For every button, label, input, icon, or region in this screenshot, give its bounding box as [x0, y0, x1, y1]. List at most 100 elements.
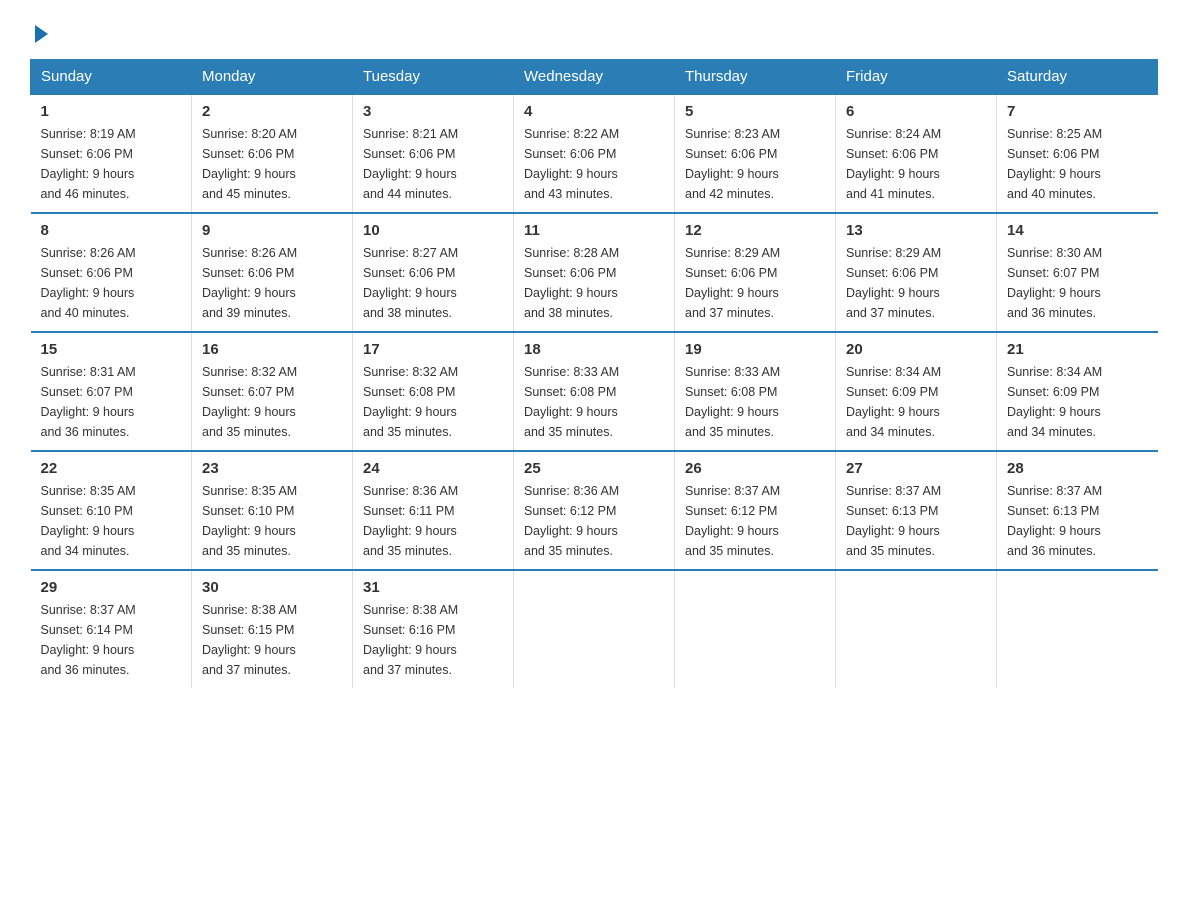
day-info: Sunrise: 8:32 AM Sunset: 6:07 PM Dayligh…	[202, 362, 342, 442]
week-row-4: 22 Sunrise: 8:35 AM Sunset: 6:10 PM Dayl…	[31, 451, 1158, 570]
day-info: Sunrise: 8:35 AM Sunset: 6:10 PM Dayligh…	[202, 481, 342, 561]
day-number: 17	[363, 341, 503, 358]
day-info: Sunrise: 8:34 AM Sunset: 6:09 PM Dayligh…	[1007, 362, 1148, 442]
day-cell: 27 Sunrise: 8:37 AM Sunset: 6:13 PM Dayl…	[836, 451, 997, 570]
calendar-body: 1 Sunrise: 8:19 AM Sunset: 6:06 PM Dayli…	[31, 94, 1158, 688]
day-cell: 24 Sunrise: 8:36 AM Sunset: 6:11 PM Dayl…	[353, 451, 514, 570]
header-cell-thursday: Thursday	[675, 60, 836, 95]
day-info: Sunrise: 8:25 AM Sunset: 6:06 PM Dayligh…	[1007, 124, 1148, 204]
day-cell: 7 Sunrise: 8:25 AM Sunset: 6:06 PM Dayli…	[997, 94, 1158, 213]
day-info: Sunrise: 8:36 AM Sunset: 6:11 PM Dayligh…	[363, 481, 503, 561]
day-cell: 18 Sunrise: 8:33 AM Sunset: 6:08 PM Dayl…	[514, 332, 675, 451]
day-number: 23	[202, 460, 342, 477]
page-header	[30, 20, 1158, 39]
day-cell: 23 Sunrise: 8:35 AM Sunset: 6:10 PM Dayl…	[192, 451, 353, 570]
day-info: Sunrise: 8:28 AM Sunset: 6:06 PM Dayligh…	[524, 243, 664, 323]
day-info: Sunrise: 8:37 AM Sunset: 6:14 PM Dayligh…	[41, 600, 182, 680]
day-cell: 31 Sunrise: 8:38 AM Sunset: 6:16 PM Dayl…	[353, 570, 514, 688]
day-info: Sunrise: 8:37 AM Sunset: 6:12 PM Dayligh…	[685, 481, 825, 561]
day-info: Sunrise: 8:23 AM Sunset: 6:06 PM Dayligh…	[685, 124, 825, 204]
week-row-5: 29 Sunrise: 8:37 AM Sunset: 6:14 PM Dayl…	[31, 570, 1158, 688]
day-info: Sunrise: 8:38 AM Sunset: 6:16 PM Dayligh…	[363, 600, 503, 680]
week-row-1: 1 Sunrise: 8:19 AM Sunset: 6:06 PM Dayli…	[31, 94, 1158, 213]
day-number: 25	[524, 460, 664, 477]
day-cell: 2 Sunrise: 8:20 AM Sunset: 6:06 PM Dayli…	[192, 94, 353, 213]
logo-arrow-icon	[32, 20, 48, 43]
header-cell-wednesday: Wednesday	[514, 60, 675, 95]
day-number: 1	[41, 103, 182, 120]
day-cell: 19 Sunrise: 8:33 AM Sunset: 6:08 PM Dayl…	[675, 332, 836, 451]
day-info: Sunrise: 8:24 AM Sunset: 6:06 PM Dayligh…	[846, 124, 986, 204]
day-cell: 14 Sunrise: 8:30 AM Sunset: 6:07 PM Dayl…	[997, 213, 1158, 332]
calendar-header: SundayMondayTuesdayWednesdayThursdayFrid…	[31, 60, 1158, 95]
day-info: Sunrise: 8:36 AM Sunset: 6:12 PM Dayligh…	[524, 481, 664, 561]
day-cell: 9 Sunrise: 8:26 AM Sunset: 6:06 PM Dayli…	[192, 213, 353, 332]
day-number: 18	[524, 341, 664, 358]
day-cell	[675, 570, 836, 688]
header-cell-tuesday: Tuesday	[353, 60, 514, 95]
day-number: 21	[1007, 341, 1148, 358]
day-cell: 13 Sunrise: 8:29 AM Sunset: 6:06 PM Dayl…	[836, 213, 997, 332]
week-row-2: 8 Sunrise: 8:26 AM Sunset: 6:06 PM Dayli…	[31, 213, 1158, 332]
header-cell-saturday: Saturday	[997, 60, 1158, 95]
day-cell: 16 Sunrise: 8:32 AM Sunset: 6:07 PM Dayl…	[192, 332, 353, 451]
day-cell: 10 Sunrise: 8:27 AM Sunset: 6:06 PM Dayl…	[353, 213, 514, 332]
day-info: Sunrise: 8:34 AM Sunset: 6:09 PM Dayligh…	[846, 362, 986, 442]
day-cell: 29 Sunrise: 8:37 AM Sunset: 6:14 PM Dayl…	[31, 570, 192, 688]
day-number: 30	[202, 579, 342, 596]
day-number: 10	[363, 222, 503, 239]
day-cell: 25 Sunrise: 8:36 AM Sunset: 6:12 PM Dayl…	[514, 451, 675, 570]
day-cell: 8 Sunrise: 8:26 AM Sunset: 6:06 PM Dayli…	[31, 213, 192, 332]
day-number: 13	[846, 222, 986, 239]
day-info: Sunrise: 8:21 AM Sunset: 6:06 PM Dayligh…	[363, 124, 503, 204]
day-cell	[514, 570, 675, 688]
day-cell: 20 Sunrise: 8:34 AM Sunset: 6:09 PM Dayl…	[836, 332, 997, 451]
day-cell: 1 Sunrise: 8:19 AM Sunset: 6:06 PM Dayli…	[31, 94, 192, 213]
day-number: 31	[363, 579, 503, 596]
day-cell: 5 Sunrise: 8:23 AM Sunset: 6:06 PM Dayli…	[675, 94, 836, 213]
day-number: 26	[685, 460, 825, 477]
day-info: Sunrise: 8:27 AM Sunset: 6:06 PM Dayligh…	[363, 243, 503, 323]
day-cell: 22 Sunrise: 8:35 AM Sunset: 6:10 PM Dayl…	[31, 451, 192, 570]
day-cell	[836, 570, 997, 688]
day-number: 14	[1007, 222, 1148, 239]
day-number: 4	[524, 103, 664, 120]
day-number: 15	[41, 341, 182, 358]
day-number: 12	[685, 222, 825, 239]
day-number: 3	[363, 103, 503, 120]
day-cell: 12 Sunrise: 8:29 AM Sunset: 6:06 PM Dayl…	[675, 213, 836, 332]
day-info: Sunrise: 8:33 AM Sunset: 6:08 PM Dayligh…	[685, 362, 825, 442]
day-number: 27	[846, 460, 986, 477]
day-info: Sunrise: 8:26 AM Sunset: 6:06 PM Dayligh…	[41, 243, 182, 323]
day-cell: 4 Sunrise: 8:22 AM Sunset: 6:06 PM Dayli…	[514, 94, 675, 213]
day-number: 16	[202, 341, 342, 358]
day-cell: 17 Sunrise: 8:32 AM Sunset: 6:08 PM Dayl…	[353, 332, 514, 451]
header-cell-sunday: Sunday	[31, 60, 192, 95]
day-info: Sunrise: 8:19 AM Sunset: 6:06 PM Dayligh…	[41, 124, 182, 204]
day-info: Sunrise: 8:29 AM Sunset: 6:06 PM Dayligh…	[846, 243, 986, 323]
day-info: Sunrise: 8:31 AM Sunset: 6:07 PM Dayligh…	[41, 362, 182, 442]
day-cell: 15 Sunrise: 8:31 AM Sunset: 6:07 PM Dayl…	[31, 332, 192, 451]
day-number: 8	[41, 222, 182, 239]
header-cell-monday: Monday	[192, 60, 353, 95]
day-info: Sunrise: 8:20 AM Sunset: 6:06 PM Dayligh…	[202, 124, 342, 204]
day-cell: 21 Sunrise: 8:34 AM Sunset: 6:09 PM Dayl…	[997, 332, 1158, 451]
day-number: 6	[846, 103, 986, 120]
day-info: Sunrise: 8:37 AM Sunset: 6:13 PM Dayligh…	[1007, 481, 1148, 561]
day-cell: 11 Sunrise: 8:28 AM Sunset: 6:06 PM Dayl…	[514, 213, 675, 332]
day-info: Sunrise: 8:22 AM Sunset: 6:06 PM Dayligh…	[524, 124, 664, 204]
day-cell: 3 Sunrise: 8:21 AM Sunset: 6:06 PM Dayli…	[353, 94, 514, 213]
day-number: 29	[41, 579, 182, 596]
day-number: 24	[363, 460, 503, 477]
day-info: Sunrise: 8:26 AM Sunset: 6:06 PM Dayligh…	[202, 243, 342, 323]
day-info: Sunrise: 8:35 AM Sunset: 6:10 PM Dayligh…	[41, 481, 182, 561]
day-cell: 6 Sunrise: 8:24 AM Sunset: 6:06 PM Dayli…	[836, 94, 997, 213]
day-number: 28	[1007, 460, 1148, 477]
header-cell-friday: Friday	[836, 60, 997, 95]
day-info: Sunrise: 8:37 AM Sunset: 6:13 PM Dayligh…	[846, 481, 986, 561]
day-info: Sunrise: 8:30 AM Sunset: 6:07 PM Dayligh…	[1007, 243, 1148, 323]
day-info: Sunrise: 8:33 AM Sunset: 6:08 PM Dayligh…	[524, 362, 664, 442]
week-row-3: 15 Sunrise: 8:31 AM Sunset: 6:07 PM Dayl…	[31, 332, 1158, 451]
day-info: Sunrise: 8:38 AM Sunset: 6:15 PM Dayligh…	[202, 600, 342, 680]
day-number: 22	[41, 460, 182, 477]
